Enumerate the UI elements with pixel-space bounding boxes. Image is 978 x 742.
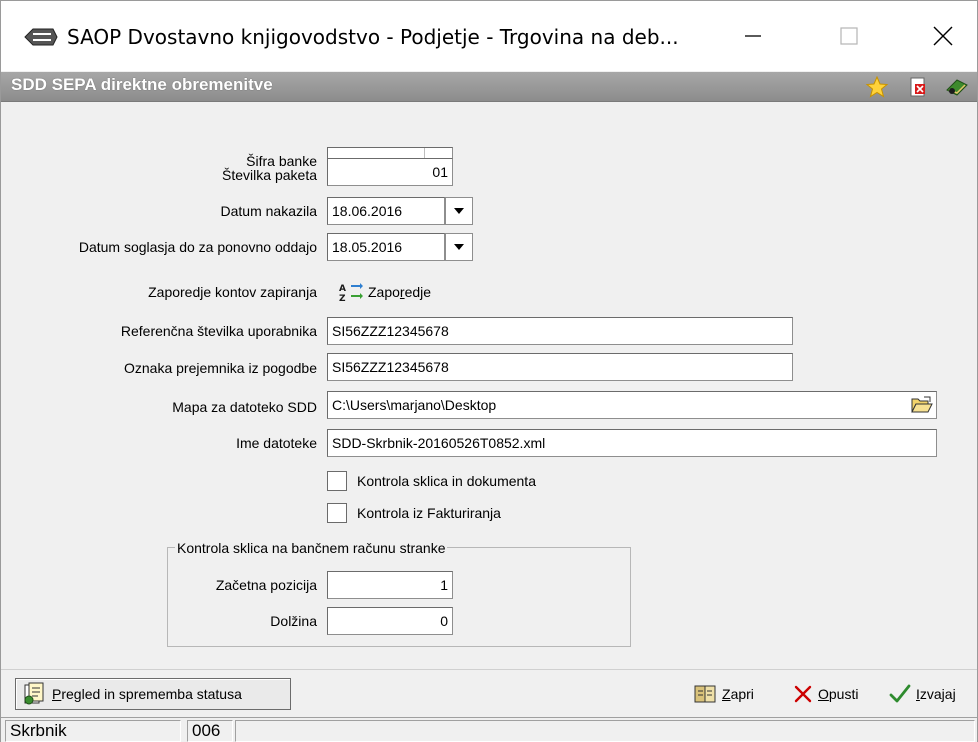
izvajaj-button[interactable]: Izvajaj [889, 680, 956, 708]
status-message [235, 720, 975, 742]
document-delete-icon[interactable] [906, 76, 930, 98]
mapa-datoteke-input[interactable]: C:\Users\marjano\Desktop [327, 391, 937, 419]
label-ime-datoteke: Ime datoteke [236, 435, 317, 451]
ime-datoteke-input[interactable]: SDD-Skrbnik-20160526T0852.xml [327, 429, 937, 457]
pregled-status-button[interactable]: Pregled in sprememba statusa [15, 678, 291, 710]
datum-soglasja-input[interactable]: 18.05.2016 [327, 233, 445, 261]
status-bar: Skrbnik 006 [1, 717, 977, 742]
svg-text:A: A [339, 284, 346, 294]
stevilka-paketa-input[interactable]: 01 [327, 158, 453, 186]
svg-text:Z: Z [339, 294, 346, 303]
minimize-button[interactable] [723, 11, 783, 61]
label-datum-soglasja: Datum soglasja do za ponovno oddajo [78, 239, 317, 255]
opusti-button[interactable]: Opusti [793, 680, 858, 708]
datum-nakazila-dropdown-button[interactable] [445, 197, 473, 225]
kontrola-fakturiranja-checkbox[interactable] [327, 503, 347, 523]
sort-order-icon: A Z [339, 283, 363, 303]
folder-open-icon [911, 396, 933, 413]
close-icon [933, 26, 953, 46]
maximize-icon [840, 27, 858, 45]
group-title: Kontrola sklica na bančnem računu strank… [175, 538, 448, 558]
zacetna-pozicija-input[interactable]: 1 [327, 571, 453, 599]
label-mapa-datoteke: Mapa za datoteko SDD [172, 399, 317, 415]
label-datum-nakazila: Datum nakazila [220, 203, 318, 219]
book-close-icon [694, 685, 716, 703]
document-list-icon [24, 682, 44, 705]
title-bar[interactable]: SAOP Dvostavno knjigovodstvo - Podjetje … [1, 1, 977, 71]
minimize-icon [745, 35, 761, 37]
kontrola-sklica-label: Kontrola sklica in dokumenta [357, 473, 536, 489]
izvajaj-label: Izvajaj [916, 686, 956, 702]
zaporedje-button[interactable]: A Z Zaporedje [338, 279, 431, 305]
form-title: SDD SEPA direktne obremenitve [11, 75, 273, 94]
app-window: SAOP Dvostavno knjigovodstvo - Podjetje … [0, 0, 978, 742]
datum-nakazila-input[interactable]: 18.06.2016 [327, 197, 445, 225]
form-header: SDD SEPA direktne obremenitve [1, 72, 977, 102]
pregled-status-label: Pregled in sprememba statusa [52, 686, 242, 702]
star-icon[interactable] [865, 76, 889, 98]
status-code: 006 [187, 720, 233, 742]
chevron-down-icon [454, 244, 464, 250]
datum-soglasja-dropdown-button[interactable] [445, 233, 473, 261]
dolzina-input[interactable]: 0 [327, 607, 453, 635]
cancel-x-icon [794, 685, 812, 703]
label-referencna-stevilka: Referenčna številka uporabnika [120, 323, 317, 339]
referencna-stevilka-input[interactable]: SI56ZZZ12345678 [327, 317, 793, 345]
bottom-toolbar: Pregled in sprememba statusa Zapri Opust… [1, 669, 977, 715]
saop-app-icon [24, 28, 58, 46]
checkmark-icon [889, 684, 911, 703]
oznaka-prejemnika-input[interactable]: SI56ZZZ12345678 [327, 353, 793, 381]
opusti-label: Opusti [818, 686, 859, 702]
label-zacetna-pozicija: Začetna pozicija [215, 577, 317, 593]
zapri-label: Zapri [722, 686, 754, 702]
window-title: SAOP Dvostavno knjigovodstvo - Podjetje … [67, 25, 679, 49]
chevron-down-icon [454, 208, 464, 214]
kontrola-fakturiranja-label: Kontrola iz Fakturiranja [357, 505, 501, 521]
maximize-button[interactable] [819, 11, 879, 61]
folder-browse-button[interactable] [910, 394, 934, 416]
label-oznaka-prejemnika: Oznaka prejemnika iz pogodbe [123, 360, 317, 376]
label-dolzina: Dolžina [270, 613, 317, 629]
status-user: Skrbnik [5, 720, 181, 742]
label-stevilka-paketa: Številka paketa [222, 167, 317, 183]
close-button[interactable] [913, 11, 973, 61]
label-zaporedje-kontov: Zaporedje kontov zapiranja [148, 284, 317, 300]
zaporedje-button-label: Zaporedje [368, 284, 432, 300]
zapri-button[interactable]: Zapri [693, 680, 754, 708]
kontrola-sklica-checkbox[interactable] [327, 471, 347, 491]
book-exit-icon[interactable] [945, 76, 969, 98]
